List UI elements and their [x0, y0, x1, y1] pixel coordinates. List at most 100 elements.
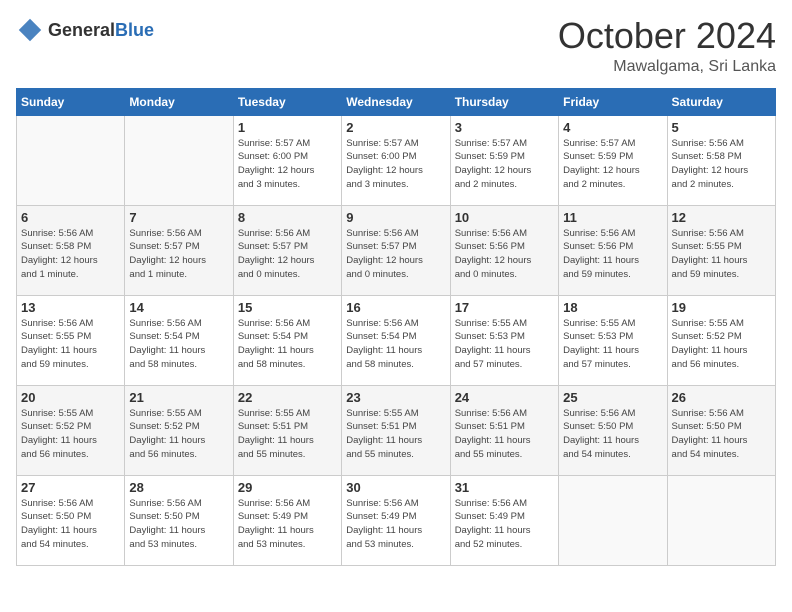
day-number: 30 — [346, 480, 445, 495]
calendar-header: Sunday Monday Tuesday Wednesday Thursday… — [17, 88, 776, 115]
day-info: Sunrise: 5:56 AM Sunset: 5:57 PM Dayligh… — [346, 227, 445, 282]
calendar-cell: 24 Sunrise: 5:56 AM Sunset: 5:51 PM Dayli… — [450, 385, 558, 475]
day-info: Sunrise: 5:56 AM Sunset: 5:49 PM Dayligh… — [346, 497, 445, 552]
calendar-cell: 22 Sunrise: 5:55 AM Sunset: 5:51 PM Dayli… — [233, 385, 341, 475]
calendar-cell: 12Sunrise: 5:56 AM Sunset: 5:55 PM Dayli… — [667, 205, 775, 295]
day-info: Sunrise: 5:55 AM Sunset: 5:52 PM Dayligh… — [672, 317, 771, 372]
calendar-cell — [559, 475, 667, 565]
calendar-cell: 26Sunrise: 5:56 AM Sunset: 5:50 PM Dayli… — [667, 385, 775, 475]
day-number: 10 — [455, 210, 554, 225]
calendar-cell: 25 Sunrise: 5:56 AM Sunset: 5:50 PM Dayli… — [559, 385, 667, 475]
day-info: Sunrise: 5:56 AM Sunset: 5:56 PM Dayligh… — [455, 227, 554, 282]
day-number: 25 — [563, 390, 662, 405]
day-info: Sunrise: 5:56 AM Sunset: 5:57 PM Dayligh… — [238, 227, 337, 282]
calendar-cell: 19 Sunrise: 5:55 AM Sunset: 5:52 PM Dayli… — [667, 295, 775, 385]
day-number: 5 — [672, 120, 771, 135]
calendar-cell: 13 Sunrise: 5:56 AM Sunset: 5:55 PM Dayli… — [17, 295, 125, 385]
calendar-cell: 21Sunrise: 5:55 AM Sunset: 5:52 PM Dayli… — [125, 385, 233, 475]
day-info: Sunrise: 5:56 AM Sunset: 5:51 PM Dayligh… — [455, 407, 554, 462]
day-info: Sunrise: 5:56 AM Sunset: 5:58 PM Dayligh… — [21, 227, 120, 282]
day-number: 3 — [455, 120, 554, 135]
header-sunday: Sunday — [17, 88, 125, 115]
day-number: 20 — [21, 390, 120, 405]
day-number: 12 — [672, 210, 771, 225]
header-tuesday: Tuesday — [233, 88, 341, 115]
day-number: 31 — [455, 480, 554, 495]
day-number: 23 — [346, 390, 445, 405]
calendar-cell: 23 Sunrise: 5:55 AM Sunset: 5:51 PM Dayli… — [342, 385, 450, 475]
day-number: 15 — [238, 300, 337, 315]
day-info: Sunrise: 5:56 AM Sunset: 5:55 PM Dayligh… — [21, 317, 120, 372]
day-info: Sunrise: 5:56 AM Sunset: 5:57 PM Dayligh… — [129, 227, 228, 282]
calendar-cell: 15 Sunrise: 5:56 AM Sunset: 5:54 PM Dayli… — [233, 295, 341, 385]
calendar-cell: 14 Sunrise: 5:56 AM Sunset: 5:54 PM Dayli… — [125, 295, 233, 385]
calendar-cell: 31 Sunrise: 5:56 AM Sunset: 5:49 PM Dayli… — [450, 475, 558, 565]
calendar-week-2: 6 Sunrise: 5:56 AM Sunset: 5:58 PM Daylig… — [17, 205, 776, 295]
calendar-cell: 5Sunrise: 5:56 AM Sunset: 5:58 PM Daylig… — [667, 115, 775, 205]
day-info: Sunrise: 5:55 AM Sunset: 5:53 PM Dayligh… — [563, 317, 662, 372]
header-friday: Friday — [559, 88, 667, 115]
month-title: October 2024 — [558, 16, 776, 56]
day-number: 7 — [129, 210, 228, 225]
calendar-week-5: 27 Sunrise: 5:56 AM Sunset: 5:50 PM Dayli… — [17, 475, 776, 565]
location-title: Mawalgama, Sri Lanka — [558, 58, 776, 76]
day-number: 1 — [238, 120, 337, 135]
day-number: 22 — [238, 390, 337, 405]
calendar-cell: 28Sunrise: 5:56 AM Sunset: 5:50 PM Dayli… — [125, 475, 233, 565]
calendar-cell: 18 Sunrise: 5:55 AM Sunset: 5:53 PM Dayli… — [559, 295, 667, 385]
day-info: Sunrise: 5:56 AM Sunset: 5:50 PM Dayligh… — [563, 407, 662, 462]
day-info: Sunrise: 5:55 AM Sunset: 5:53 PM Dayligh… — [455, 317, 554, 372]
day-info: Sunrise: 5:56 AM Sunset: 5:54 PM Dayligh… — [346, 317, 445, 372]
calendar-cell: 1 Sunrise: 5:57 AM Sunset: 6:00 PM Daylig… — [233, 115, 341, 205]
day-number: 19 — [672, 300, 771, 315]
calendar-cell — [667, 475, 775, 565]
calendar-cell: 9 Sunrise: 5:56 AM Sunset: 5:57 PM Daylig… — [342, 205, 450, 295]
calendar-week-1: 1 Sunrise: 5:57 AM Sunset: 6:00 PM Daylig… — [17, 115, 776, 205]
day-number: 4 — [563, 120, 662, 135]
day-number: 27 — [21, 480, 120, 495]
calendar-cell — [17, 115, 125, 205]
day-number: 17 — [455, 300, 554, 315]
calendar-cell: 6 Sunrise: 5:56 AM Sunset: 5:58 PM Daylig… — [17, 205, 125, 295]
day-number: 2 — [346, 120, 445, 135]
calendar-cell — [125, 115, 233, 205]
day-number: 16 — [346, 300, 445, 315]
logo-icon — [16, 16, 44, 44]
header-thursday: Thursday — [450, 88, 558, 115]
day-info: Sunrise: 5:56 AM Sunset: 5:50 PM Dayligh… — [129, 497, 228, 552]
day-info: Sunrise: 5:56 AM Sunset: 5:49 PM Dayligh… — [455, 497, 554, 552]
calendar-week-4: 20Sunrise: 5:55 AM Sunset: 5:52 PM Dayli… — [17, 385, 776, 475]
day-info: Sunrise: 5:56 AM Sunset: 5:50 PM Dayligh… — [672, 407, 771, 462]
calendar-cell: 2 Sunrise: 5:57 AM Sunset: 6:00 PM Daylig… — [342, 115, 450, 205]
header-row: Sunday Monday Tuesday Wednesday Thursday… — [17, 88, 776, 115]
day-number: 6 — [21, 210, 120, 225]
day-info: Sunrise: 5:57 AM Sunset: 5:59 PM Dayligh… — [455, 137, 554, 192]
day-info: Sunrise: 5:57 AM Sunset: 6:00 PM Dayligh… — [238, 137, 337, 192]
calendar-cell: 27 Sunrise: 5:56 AM Sunset: 5:50 PM Dayli… — [17, 475, 125, 565]
day-number: 29 — [238, 480, 337, 495]
logo: GeneralBlue — [16, 16, 154, 44]
title-block: October 2024 Mawalgama, Sri Lanka — [558, 16, 776, 76]
day-number: 13 — [21, 300, 120, 315]
calendar-cell: 8Sunrise: 5:56 AM Sunset: 5:57 PM Daylig… — [233, 205, 341, 295]
day-info: Sunrise: 5:56 AM Sunset: 5:54 PM Dayligh… — [129, 317, 228, 372]
day-number: 9 — [346, 210, 445, 225]
logo-blue: Blue — [115, 20, 154, 40]
day-info: Sunrise: 5:57 AM Sunset: 6:00 PM Dayligh… — [346, 137, 445, 192]
day-number: 14 — [129, 300, 228, 315]
day-info: Sunrise: 5:56 AM Sunset: 5:50 PM Dayligh… — [21, 497, 120, 552]
day-number: 11 — [563, 210, 662, 225]
calendar-cell: 7 Sunrise: 5:56 AM Sunset: 5:57 PM Daylig… — [125, 205, 233, 295]
calendar-body: 1 Sunrise: 5:57 AM Sunset: 6:00 PM Daylig… — [17, 115, 776, 565]
page-header: GeneralBlue October 2024 Mawalgama, Sri … — [16, 16, 776, 76]
day-info: Sunrise: 5:56 AM Sunset: 5:54 PM Dayligh… — [238, 317, 337, 372]
day-info: Sunrise: 5:56 AM Sunset: 5:56 PM Dayligh… — [563, 227, 662, 282]
calendar-cell: 11 Sunrise: 5:56 AM Sunset: 5:56 PM Dayli… — [559, 205, 667, 295]
day-info: Sunrise: 5:55 AM Sunset: 5:51 PM Dayligh… — [346, 407, 445, 462]
calendar-cell: 3 Sunrise: 5:57 AM Sunset: 5:59 PM Daylig… — [450, 115, 558, 205]
day-number: 18 — [563, 300, 662, 315]
day-info: Sunrise: 5:57 AM Sunset: 5:59 PM Dayligh… — [563, 137, 662, 192]
day-info: Sunrise: 5:55 AM Sunset: 5:51 PM Dayligh… — [238, 407, 337, 462]
header-wednesday: Wednesday — [342, 88, 450, 115]
day-number: 24 — [455, 390, 554, 405]
